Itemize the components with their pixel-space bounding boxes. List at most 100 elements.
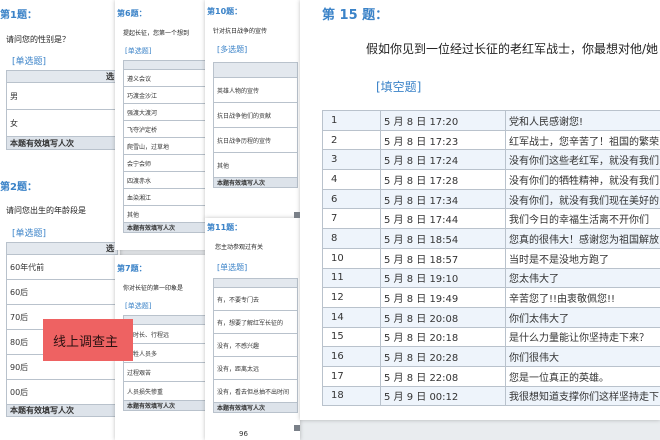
answer-answer: 没有你们这些老红军，就没有我们	[505, 149, 660, 171]
option-row: 其他	[123, 205, 208, 223]
question-1-type: [单选题]	[12, 57, 47, 67]
question-1-table: 选 男 女 本题有效填写人次	[6, 70, 118, 150]
option-row: 人员损失惨重	[123, 381, 208, 401]
question-7-text: 你对长征的第一印象是	[123, 285, 184, 292]
option-row: 女	[6, 109, 118, 137]
option-row: 00后	[6, 379, 118, 405]
option-row: 强渡大渡河	[123, 103, 208, 121]
option-row: 飞夺泸定桥	[123, 120, 208, 138]
resize-handle[interactable]	[294, 425, 300, 431]
page-question-11: 第11题： 您主动参观过有关 [单选题] 有，不要专门去 有，想要了解红军长征的…	[205, 218, 300, 440]
answer-no: 11	[322, 267, 381, 289]
answer-no: 18	[322, 385, 381, 407]
answer-date: 5 月 8 日 18:54	[380, 228, 506, 249]
answer-date: 5 月 8 日 17:28	[380, 169, 506, 190]
answer-no: 16	[322, 346, 381, 367]
option-row: 四渡赤水	[123, 171, 208, 189]
option-row: 遵义会议	[123, 69, 208, 87]
answer-answer: 红军战士，您辛苦了！祖国的繁荣	[505, 129, 660, 151]
option-row: 有，不要专门去	[213, 287, 298, 311]
table-row: 25 月 8 日 17:23 红军战士，您辛苦了！祖国的繁荣	[322, 129, 660, 151]
question-10-type: [多选题]	[217, 45, 248, 54]
table-row: 16 5 月 8 日 20:28 你们很伟大	[322, 346, 660, 367]
table-row: 35 月 8 日 17:24 没有你们这些老红军，就没有我们	[322, 149, 660, 171]
table-row: 18 5 月 9 日 00:12 我很想知道支撑你们这样坚持走下	[322, 385, 660, 407]
answer-date: 5 月 8 日 17:23	[380, 129, 506, 151]
answer-no: 6	[322, 188, 381, 210]
resize-handle[interactable]	[294, 212, 300, 218]
table-row: 75 月 8 日 17:44 我们今日的幸福生活离不开你们	[322, 208, 660, 230]
question-2-title: 第2题：	[0, 182, 37, 193]
question-1-title: 第1题：	[0, 10, 37, 21]
answer-date: 5 月 8 日 17:44	[380, 208, 506, 230]
answer-answer: 党和人民感谢您!	[505, 110, 660, 131]
answer-no: 12	[322, 287, 381, 308]
answers-table: 15 月 8 日 17:20 党和人民感谢您! 2 5 月 8 日 17:23 红军战士…	[322, 110, 660, 407]
option-row: 抗日战争历程的宣传	[213, 127, 298, 153]
answer-no: 17	[322, 365, 381, 387]
option-row: 没有，看去但总抽不出时间	[213, 379, 298, 403]
option-row: 历时长、行程远	[123, 324, 208, 344]
table-row: 65 月 8 日 17:34 没有你们，就没有我们现在美好的	[322, 188, 660, 210]
table-footer: 本题有效填写人次	[123, 222, 208, 233]
option-row: 牺牲人员多	[123, 343, 208, 363]
answer-no: 1	[322, 110, 381, 131]
answer-no: 14	[322, 306, 381, 328]
answer-answer: 你们很伟大	[505, 346, 660, 367]
table-row: 85 月 8 日 18:54 您真的很伟大！感谢您为祖国解放	[322, 228, 660, 249]
answer-date: 5 月 9 日 00:12	[380, 385, 506, 407]
answer-answer: 是什么力量能让你坚持走下来？	[505, 326, 660, 348]
question-11-text: 您主动参观过有关	[215, 244, 264, 251]
page-number: 96	[239, 430, 248, 438]
answers-body: 15 月 8 日 17:20 党和人民感谢您! 2 5 月 8 日 17:23 红军战士…	[322, 110, 660, 407]
survey-banner: 线上调查主	[43, 319, 133, 361]
table-row: 17 5 月 8 日 22:08 您是一位真正的英雄。	[322, 365, 660, 387]
page-question-10: 第10题： 针对抗日战争的宣传 [多选题] 英雄人物的宣传 抗日战争他们的贡献 …	[205, 0, 300, 220]
table-row: 45 月 8 日 17:28 没有你们的牺牲精神，就没有我们	[322, 169, 660, 190]
column-header: 选	[6, 242, 118, 255]
page-question-1-2: 第1题： 请问您的性别是？ [单选题] 选 男 女 本题有效填写人次 第2题： …	[0, 0, 120, 440]
option-row: 没有，距离太远	[213, 356, 298, 380]
answer-date: 5 月 8 日 20:08	[380, 306, 506, 328]
option-row: 过程艰苦	[123, 362, 208, 382]
answer-date: 5 月 8 日 20:18	[380, 326, 506, 348]
table-row: 12 5 月 8 日 19:49 辛苦您了!!由衷敬佩您!!	[322, 287, 660, 308]
option-row: 男	[6, 82, 118, 110]
table-row: 15 5 月 8 日 20:18 是什么力量能让你坚持走下来？	[322, 326, 660, 348]
option-row: 60年代前	[6, 254, 118, 280]
question-10-title: 第10题：	[207, 7, 243, 16]
option-row: 其他	[213, 152, 298, 178]
answer-answer: 您真的很伟大！感谢您为祖国解放	[505, 228, 660, 249]
question-1-text: 请问您的性别是？	[6, 35, 70, 44]
answer-answer: 辛苦您了!!由衷敬佩您!!	[505, 287, 660, 308]
option-row: 巧渡金沙江	[123, 86, 208, 104]
question-11-type: [单选题]	[217, 263, 248, 272]
option-row: 没有，不感兴趣	[213, 333, 298, 357]
table-footer: 本题有效填写人次	[6, 136, 118, 150]
table-row: 14 5 月 8 日 20:08 你们太伟大了	[322, 306, 660, 328]
page-question-15: 第 15 题： 假如你见到一位经过长征的老红军战士，你最想对他/她 [填空题] …	[300, 0, 660, 420]
question-6-title: 第6题：	[117, 9, 147, 18]
answer-date: 5 月 8 日 19:49	[380, 287, 506, 308]
option-row: 英雄人物的宣传	[213, 77, 298, 103]
column-header: 选	[6, 70, 118, 83]
option-row: 有，想要了解红军长征的	[213, 310, 298, 334]
answer-no: 15	[322, 326, 381, 348]
option-row: 抗日战争他们的贡献	[213, 102, 298, 128]
question-2-text: 请问您出生的年龄段是	[6, 206, 86, 215]
option-row: 会宁会师	[123, 154, 208, 172]
option-row: 爬雪山，过草地	[123, 137, 208, 155]
answer-date: 5 月 8 日 19:10	[380, 267, 506, 289]
answer-no: 2	[322, 129, 381, 151]
answer-no: 10	[322, 247, 381, 269]
question-6-table: 遵义会议 巧渡金沙江 强渡大渡河 飞夺泸定桥 爬雪山，过草地 会宁会师 四渡赤水…	[123, 60, 208, 233]
answer-no: 8	[322, 228, 381, 249]
question-7-title: 第7题：	[117, 264, 147, 273]
answer-no: 7	[322, 208, 381, 230]
question-7-table: 历时长、行程远 牺牲人员多 过程艰苦 人员损失惨重 本题有效填写人次	[123, 315, 208, 411]
question-15-type: [填空题]	[376, 80, 422, 94]
answer-date: 5 月 8 日 20:28	[380, 346, 506, 367]
table-footer: 本题有效填写人次	[6, 404, 118, 417]
question-6-text: 提起长征，您第一个想到	[123, 30, 190, 37]
answer-date: 5 月 8 日 17:24	[380, 149, 506, 171]
